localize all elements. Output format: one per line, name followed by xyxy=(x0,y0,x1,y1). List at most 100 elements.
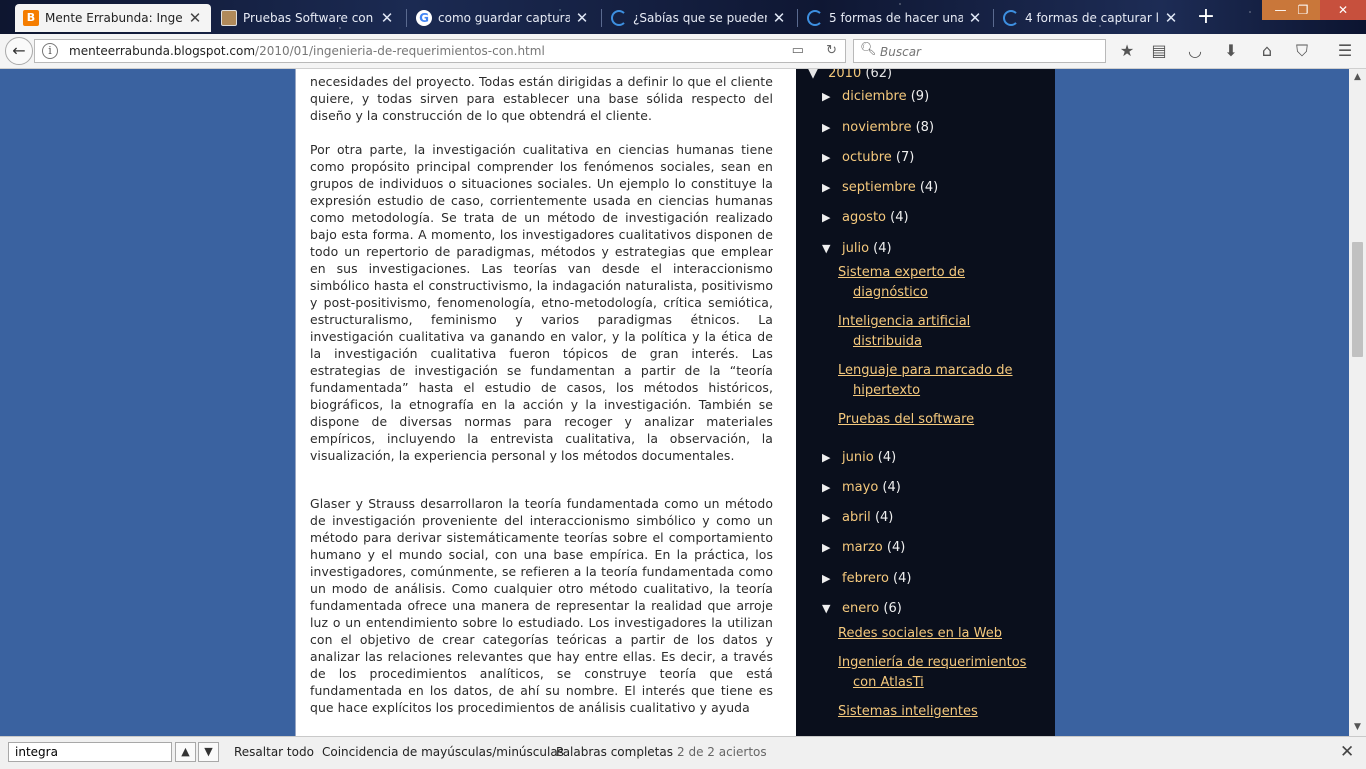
month-count: (9) xyxy=(910,89,930,104)
close-tab-icon[interactable]: ✕ xyxy=(187,9,203,27)
archive-month-mayo[interactable]: ▶ mayo (4) xyxy=(822,480,901,495)
reload-icon[interactable]: ↻ xyxy=(826,43,837,58)
post-title-line[interactable]: Sistemas inteligentes xyxy=(838,702,1028,722)
post-title-line[interactable]: Lenguaje para marcado de xyxy=(838,361,1028,381)
tab-como-guardar[interactable]: G como guardar capturas... ✕ xyxy=(408,4,598,32)
whole-words-toggle[interactable]: Palabras completas xyxy=(556,745,673,759)
collapsed-triangle-icon[interactable]: ▶ xyxy=(822,151,834,164)
site-info-icon[interactable]: i xyxy=(42,43,58,59)
archive-post-link[interactable]: Inteligencia artificial distribuida xyxy=(838,312,1028,351)
scrollbar-thumb[interactable] xyxy=(1352,242,1363,357)
archive-month-marzo[interactable]: ▶ marzo (4) xyxy=(822,540,905,555)
month-label[interactable]: abril xyxy=(842,510,871,525)
match-case-toggle[interactable]: Coincidencia de mayúsculas/minúsculas xyxy=(322,745,564,759)
post-title-line[interactable]: diagnóstico xyxy=(838,283,1028,303)
archive-month-noviembre[interactable]: ▶ noviembre (8) xyxy=(822,120,934,135)
tab-pruebas-software[interactable]: Pruebas Software con J... ✕ xyxy=(213,4,403,32)
collapsed-triangle-icon[interactable]: ▶ xyxy=(822,511,834,524)
url-path: /2010/01/ingenieria-de-requerimientos-co… xyxy=(255,44,545,58)
archive-month-abril[interactable]: ▶ abril (4) xyxy=(822,510,893,525)
month-label[interactable]: enero xyxy=(842,601,879,616)
month-label[interactable]: diciembre xyxy=(842,89,907,104)
search-box[interactable]: 🔍︎ xyxy=(853,39,1106,63)
post-title-line[interactable]: hipertexto xyxy=(838,381,1028,401)
collapsed-triangle-icon[interactable]: ▶ xyxy=(822,90,834,103)
archive-month-junio[interactable]: ▶ junio (4) xyxy=(822,450,896,465)
find-input[interactable] xyxy=(8,742,172,762)
month-label[interactable]: marzo xyxy=(842,540,883,555)
tab-sabias-que[interactable]: ¿Sabías que se pueden ... ✕ xyxy=(603,4,795,32)
month-label[interactable]: noviembre xyxy=(842,120,911,135)
archive-post-link[interactable]: Redes sociales en la Web xyxy=(838,624,1028,644)
back-button[interactable]: ← xyxy=(5,37,33,65)
post-title-line[interactable]: con AtlasTi xyxy=(838,673,1028,693)
close-window-button[interactable]: ✕ xyxy=(1320,0,1366,20)
tab-mente-errabunda[interactable]: B Mente Errabunda: Inge... ✕ xyxy=(15,4,211,32)
highlight-all-toggle[interactable]: Resaltar todo xyxy=(234,745,314,759)
archive-month-julio[interactable]: ▼ julio (4) xyxy=(822,241,892,256)
menu-icon[interactable]: ☰ xyxy=(1334,41,1356,61)
archive-post-link[interactable]: Ingeniería de requerimientos con AtlasTi xyxy=(838,653,1028,692)
collapsed-triangle-icon[interactable]: ▶ xyxy=(822,451,834,464)
post-title-line[interactable]: Inteligencia artificial xyxy=(838,312,1028,332)
post-title-line[interactable]: Sistema experto de xyxy=(838,263,1028,283)
tab-5-formas[interactable]: 5 formas de hacer una ... ✕ xyxy=(799,4,991,32)
archive-month-febrero[interactable]: ▶ febrero (4) xyxy=(822,571,911,586)
month-label[interactable]: junio xyxy=(842,450,874,465)
month-label[interactable]: agosto xyxy=(842,210,886,225)
archive-month-septiembre[interactable]: ▶ septiembre (4) xyxy=(822,180,938,195)
pocket-icon[interactable]: ◡ xyxy=(1184,41,1206,61)
archive-month-octubre[interactable]: ▶ octubre (7) xyxy=(822,150,914,165)
post-title-line[interactable]: Pruebas del software xyxy=(838,410,1028,430)
collapsed-triangle-icon[interactable]: ▶ xyxy=(822,181,834,194)
tab-separator xyxy=(797,9,798,27)
search-input[interactable] xyxy=(878,42,1102,62)
collapsed-triangle-icon[interactable]: ▶ xyxy=(822,572,834,585)
post-title-line[interactable]: Ingeniería de requerimientos xyxy=(838,653,1028,673)
close-tab-icon[interactable]: ✕ xyxy=(771,9,787,27)
close-tab-icon[interactable]: ✕ xyxy=(967,9,983,27)
archive-post-link[interactable]: Sistemas inteligentes xyxy=(838,702,1028,722)
url-bar[interactable]: i menteerrabunda.blogspot.com/2010/01/in… xyxy=(34,39,846,63)
post-title-line[interactable]: Redes sociales en la Web xyxy=(838,624,1028,644)
collapsed-triangle-icon[interactable]: ▶ xyxy=(822,481,834,494)
find-next-button[interactable]: ▼ xyxy=(198,742,219,762)
url-actions: ▭ ↻ xyxy=(792,43,837,58)
archive-post-link[interactable]: Sistema experto de diagnóstico xyxy=(838,263,1028,302)
month-label[interactable]: febrero xyxy=(842,571,889,586)
home-icon[interactable]: ⌂ xyxy=(1256,41,1278,61)
close-tab-icon[interactable]: ✕ xyxy=(379,9,395,27)
bookmark-star-icon[interactable]: ★ xyxy=(1116,41,1138,61)
month-label[interactable]: mayo xyxy=(842,480,878,495)
new-tab-button[interactable]: + xyxy=(1194,6,1218,30)
collapsed-triangle-icon[interactable]: ▶ xyxy=(822,211,834,224)
month-label[interactable]: octubre xyxy=(842,150,892,165)
archive-month-enero[interactable]: ▼ enero (6) xyxy=(822,601,902,616)
archive-year-label[interactable]: 2010 xyxy=(828,69,861,81)
archive-month-agosto[interactable]: ▶ agosto (4) xyxy=(822,210,909,225)
archive-post-link[interactable]: Pruebas del software xyxy=(838,410,1028,430)
archive-year[interactable]: ▼ 2010 (62) xyxy=(808,69,892,81)
post-title-line[interactable]: distribuida xyxy=(838,332,1028,352)
collapsed-triangle-icon[interactable]: ▶ xyxy=(822,121,834,134)
close-tab-icon[interactable]: ✕ xyxy=(1163,9,1179,27)
close-tab-icon[interactable]: ✕ xyxy=(574,9,590,27)
collapsed-triangle-icon[interactable]: ▶ xyxy=(822,541,834,554)
scroll-down-arrow-icon[interactable]: ▼ xyxy=(1349,719,1366,736)
close-find-bar-icon[interactable]: ✕ xyxy=(1340,742,1354,762)
vertical-scrollbar[interactable]: ▲ ▼ xyxy=(1349,69,1366,736)
bookmarks-list-icon[interactable]: ▤ xyxy=(1148,41,1170,61)
shield-icon[interactable]: ⛉ xyxy=(1291,41,1313,61)
expanded-triangle-icon[interactable]: ▼ xyxy=(822,602,834,615)
find-previous-button[interactable]: ▲ xyxy=(175,742,196,762)
month-label[interactable]: septiembre xyxy=(842,180,916,195)
download-icon[interactable]: ⬇ xyxy=(1220,41,1242,61)
archive-post-link[interactable]: Lenguaje para marcado de hipertexto xyxy=(838,361,1028,400)
tab-4-formas[interactable]: 4 formas de capturar la ... ✕ xyxy=(995,4,1187,32)
expanded-triangle-icon[interactable]: ▼ xyxy=(822,242,834,255)
maximize-button[interactable]: ❐ xyxy=(1286,0,1320,20)
archive-month-diciembre[interactable]: ▶ diciembre (9) xyxy=(822,89,929,104)
scroll-up-arrow-icon[interactable]: ▲ xyxy=(1349,69,1366,86)
reader-view-icon[interactable]: ▭ xyxy=(792,43,804,58)
month-label[interactable]: julio xyxy=(842,241,869,256)
